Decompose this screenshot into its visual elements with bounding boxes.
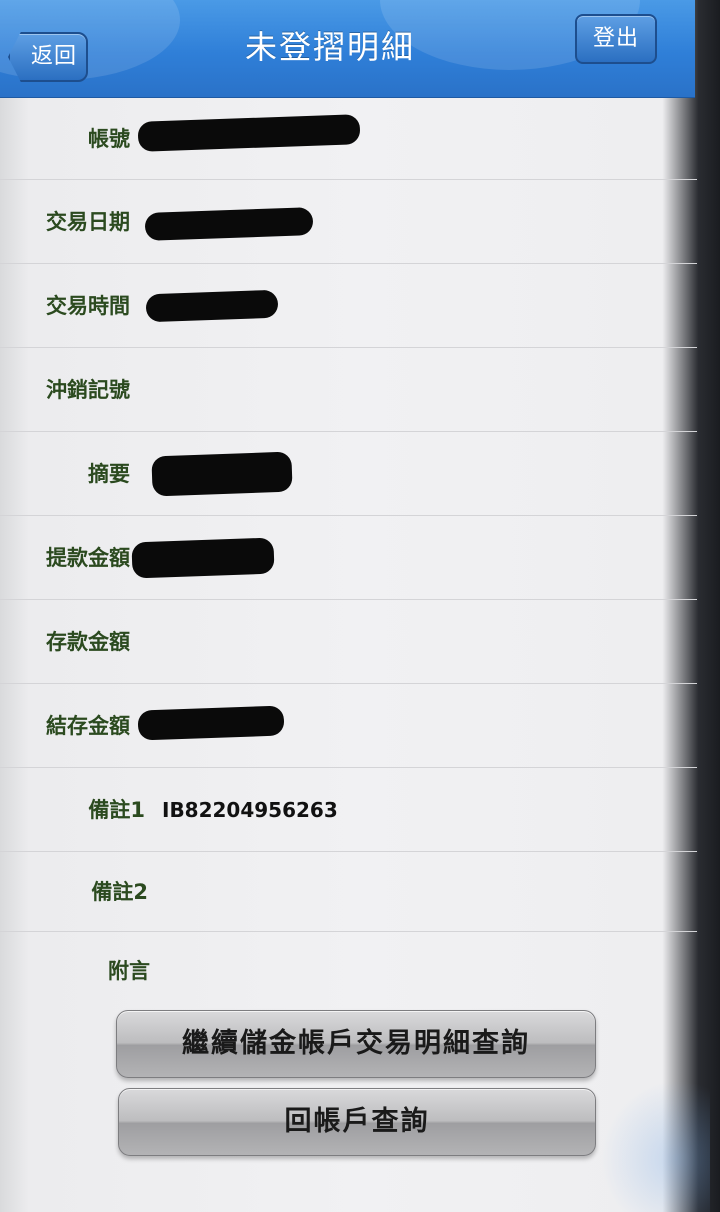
redaction-mark — [145, 289, 279, 323]
row-transaction-date: 交易日期 — [0, 180, 697, 264]
redaction-mark — [144, 207, 314, 241]
withdrawal-amount-label: 提款金額 — [46, 546, 130, 570]
note2-label: 備註2 — [91, 880, 148, 904]
balance-label: 結存金額 — [46, 714, 130, 738]
redaction-mark — [131, 537, 275, 579]
account-label: 帳號 — [88, 127, 130, 151]
row-transaction-time: 交易時間 — [0, 264, 697, 348]
logout-button[interactable]: 登出 — [575, 14, 657, 64]
page-title: 未登摺明細 — [244, 28, 415, 66]
message-label: 附言 — [108, 959, 150, 983]
redaction-mark — [137, 705, 285, 741]
reversal-mark-label: 沖銷記號 — [46, 378, 130, 402]
detail-list: 帳號 交易日期 交易時間 沖銷記號 摘要 提款金額 存款金額 結存金額 備註1 … — [0, 98, 697, 1010]
background-decoration — [600, 1080, 710, 1212]
row-message: 附言 — [0, 932, 697, 1010]
deposit-amount-label: 存款金額 — [46, 630, 130, 654]
row-note2: 備註2 — [0, 852, 697, 932]
row-account: 帳號 — [0, 98, 697, 180]
summary-label: 摘要 — [88, 462, 130, 486]
redaction-mark — [137, 114, 361, 152]
row-note1: 備註1 IB82204956263 — [0, 768, 697, 852]
transaction-date-label: 交易日期 — [46, 210, 130, 234]
row-deposit-amount: 存款金額 — [0, 600, 697, 684]
note1-value: IB82204956263 — [162, 798, 338, 822]
row-reversal-mark: 沖銷記號 — [0, 348, 697, 432]
back-to-account-query-button[interactable]: 回帳戶查詢 — [118, 1088, 596, 1156]
nav-bar: 返回 未登摺明細 登出 — [0, 0, 695, 98]
phone-screen: 返回 未登摺明細 登出 帳號 交易日期 交易時間 沖銷記號 摘要 提款金額 存款… — [0, 0, 720, 1212]
row-withdrawal-amount: 提款金額 — [0, 516, 697, 600]
transaction-time-label: 交易時間 — [46, 294, 130, 318]
note1-label: 備註1 — [88, 798, 145, 822]
row-summary: 摘要 — [0, 432, 697, 516]
continue-query-button[interactable]: 繼續儲金帳戶交易明細查詢 — [116, 1010, 596, 1078]
redaction-mark — [151, 451, 293, 497]
back-button[interactable]: 返回 — [8, 32, 88, 82]
row-balance: 結存金額 — [0, 684, 697, 768]
